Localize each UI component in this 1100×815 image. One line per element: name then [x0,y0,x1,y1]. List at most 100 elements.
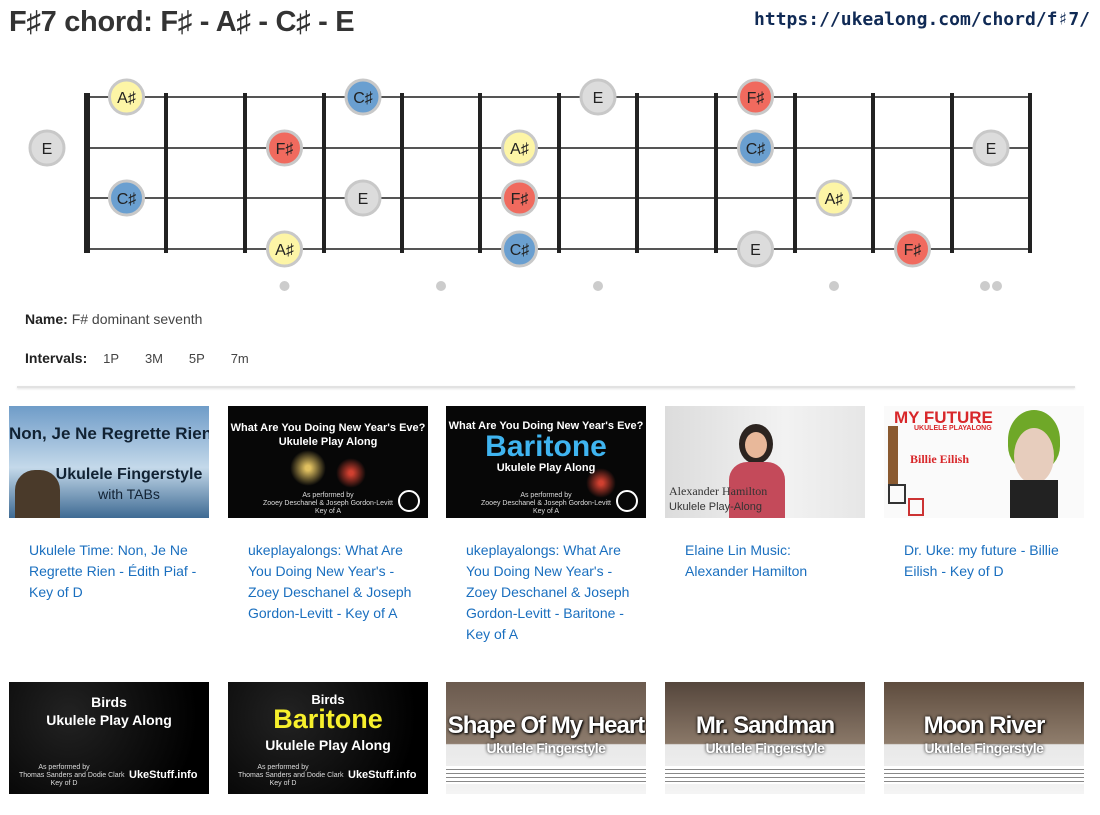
video-link[interactable]: Elaine Lin Music: Alexander Hamilton [665,540,855,582]
fret-marker-dot [829,281,839,291]
thumb-credit: Thomas Sanders and Dodie Clark [19,772,125,779]
thumb-subtitle: Ukulele Play-Along [669,501,762,513]
note-label: E [358,191,369,208]
note-label: F♯ [511,191,529,208]
video-card[interactable]: Shape Of My Heart Ukulele Fingerstyle [446,682,646,794]
video-card[interactable]: Mr. Sandman Ukulele Fingerstyle [665,682,865,794]
thumb-credit: Key of A [314,508,342,515]
video-card[interactable]: What Are You Doing New Year's Eve? Barit… [446,406,646,645]
note-label: E [986,141,997,158]
video-card[interactable]: Birds Baritone Ukulele Play Along As per… [228,682,428,794]
person-silhouette [15,470,60,518]
video-thumbnail[interactable]: MY FUTURE UKULELE PLAYALONG Billie Eilis… [884,406,1084,518]
note-label: F♯ [276,141,294,158]
thumb-big-label: Baritone [485,430,607,463]
fret-bar [164,93,168,253]
fret-bar [1028,93,1032,253]
thumb-big-label: Baritone [273,704,383,734]
video-card[interactable]: Moon River Ukulele Fingerstyle [884,682,1084,794]
section-divider [17,386,1075,388]
video-thumbnail[interactable]: Birds Ukulele Play Along As performed by… [9,682,209,794]
note-label: A♯ [825,191,844,208]
note-label: E [593,90,604,107]
note-label: C♯ [510,242,530,259]
note-label: A♯ [275,242,294,259]
thumb-subtitle: Ukulele Fingerstyle [705,740,825,756]
video-link[interactable]: ukeplayalongs: What Are You Doing New Ye… [228,540,418,624]
note-label: E [42,141,53,158]
page-url[interactable]: https://ukealong.com/chord/f♯7/ [754,9,1090,30]
fret-marker-dot [992,281,1002,291]
video-thumbnail[interactable]: What Are You Doing New Year's Eve? Barit… [446,406,646,518]
channel-logo-icon [398,490,420,512]
thumb-title: Moon River [923,712,1046,739]
thumb-subtitle: Ukulele Fingerstyle [924,740,1044,756]
video-card[interactable]: What Are You Doing New Year's Eve? Ukule… [228,406,428,624]
intervals-label: Intervals: [25,350,88,366]
tab-staff-graphic [665,766,865,784]
thumb-credit: Key of D [50,780,78,787]
video-card[interactable]: Alexander Hamilton Ukulele Play-Along El… [665,406,865,582]
note-label: C♯ [353,90,373,107]
video-thumbnail[interactable]: Birds Baritone Ukulele Play Along As per… [228,682,428,794]
fret-bar [635,93,639,253]
thumb-subtitle: Ukulele Play Along [278,436,378,448]
interval-item: 1P [103,351,120,366]
thumb-credit: As performed by [38,764,90,771]
thumb-subtitle: with TABs [98,486,160,502]
nut [84,93,90,253]
thumb-subtitle: Ukulele Fingerstyle [486,740,606,756]
thumb-credit: Key of A [532,508,560,515]
fret-marker-dot [279,281,290,291]
thumb-credit: Thomas Sanders and Dodie Clark [238,772,344,779]
chord-chart-icon [888,484,906,504]
page-title: F♯7 chord: F♯ - A♯ - C♯ - E [9,6,355,38]
thumb-brand: UkeStuff.info [129,769,198,781]
fret-marker-dot [593,281,603,291]
thumb-title: Alexander Hamilton [669,484,768,498]
thumb-subtitle: Ukulele Play Along [46,712,172,728]
intervals-row: Intervals: 1P 3M 5P 7m [25,350,249,366]
video-card[interactable]: Non, Je Ne Regrette Rien Ukulele Fingers… [9,406,209,603]
fret-marker-dot [436,281,446,291]
name-label: Name: [25,311,68,327]
fret-marker-dot [980,281,990,291]
ukulele-graphic [888,426,898,486]
note-label: C♯ [117,191,137,208]
thumb-title: Shape Of My Heart [447,712,645,739]
video-thumbnail[interactable]: Moon River Ukulele Fingerstyle [884,682,1084,794]
note-label: E [750,242,761,259]
name-value: F# dominant seventh [71,311,203,327]
thumb-subtitle: Ukulele Play Along [496,462,596,474]
fret-bar [714,93,718,253]
thumb-credit: Key of D [269,780,297,787]
video-link[interactable]: Dr. Uke: my future - Billie Eilish - Key… [884,540,1074,582]
note-label: F♯ [904,242,922,259]
chord-chart-icon [908,498,924,516]
video-thumbnail[interactable]: Alexander Hamilton Ukulele Play-Along [665,406,865,518]
video-card[interactable]: MY FUTURE UKULELE PLAYALONG Billie Eilis… [884,406,1084,582]
tab-staff-graphic [446,766,646,784]
video-thumbnail[interactable]: Non, Je Ne Regrette Rien Ukulele Fingers… [9,406,209,518]
video-thumbnail[interactable]: Shape Of My Heart Ukulele Fingerstyle [446,682,646,794]
video-link[interactable]: ukeplayalongs: What Are You Doing New Ye… [446,540,636,645]
fret-bar [871,93,875,253]
tab-staff-graphic [884,766,1084,784]
note-label: A♯ [510,141,529,158]
fret-bar [557,93,561,253]
note-label: A♯ [117,90,136,107]
fretboard-diagram: E F♯ A♯ C♯ E A♯ C♯ E F♯ C♯ E F♯ A♯ A♯ C♯ E F♯ [28,78,1032,291]
thumb-title: What Are You Doing New Year's Eve? [230,422,426,434]
channel-logo-icon [616,490,638,512]
video-thumbnail[interactable]: Mr. Sandman Ukulele Fingerstyle [665,682,865,794]
video-card[interactable]: Birds Ukulele Play Along As performed by… [9,682,209,794]
thumb-subtitle: Ukulele Play Along [265,737,391,753]
firework-graphic [336,458,366,488]
chord-name-row: Name: F# dominant seventh [25,311,202,327]
video-link[interactable]: Ukulele Time: Non, Je Ne Regrette Rien -… [9,540,199,603]
thumb-subtitle: Ukulele Fingerstyle [55,466,203,483]
firework-graphic [290,450,326,486]
thumb-title: Birds [91,694,127,710]
video-thumbnail[interactable]: What Are You Doing New Year's Eve? Ukule… [228,406,428,518]
interval-item: 7m [230,351,249,366]
